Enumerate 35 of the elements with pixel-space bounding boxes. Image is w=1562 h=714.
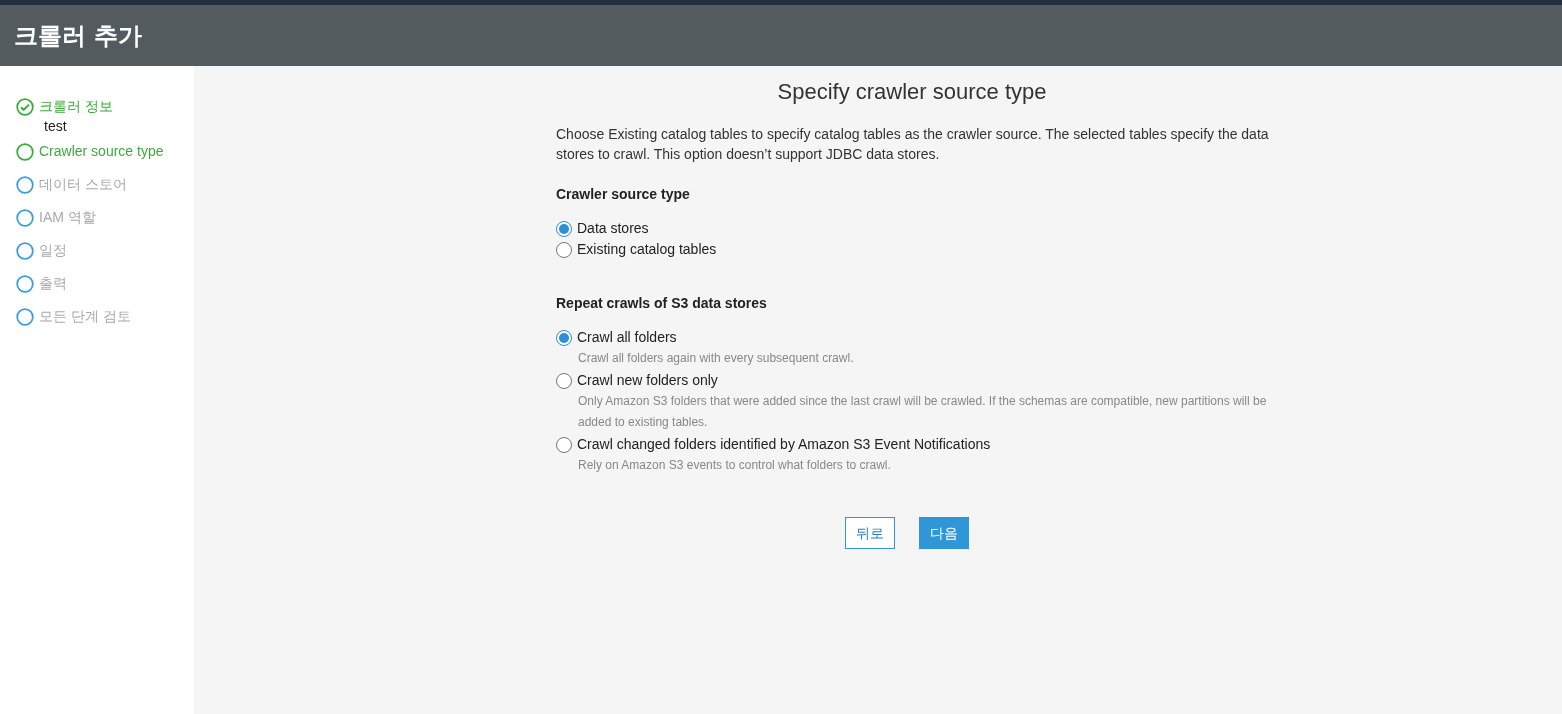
step-label[interactable]: 출력 bbox=[39, 273, 67, 294]
check-circle-icon bbox=[16, 97, 34, 116]
section-heading: Crawler source type bbox=[556, 185, 691, 204]
option-hint: Only Amazon S3 folders that were added since the last crawl will be crawled. If the schemas are compatible, new partitions will be added to existing tables. bbox=[577, 393, 1268, 431]
step-detail: test bbox=[43, 117, 68, 136]
radio-button[interactable] bbox=[556, 220, 572, 237]
radio-button[interactable] bbox=[556, 436, 572, 453]
radio-button[interactable] bbox=[556, 329, 572, 346]
option-label[interactable]: Crawl changed folders identified by Amazon S3 Event Notifications bbox=[577, 434, 991, 455]
option-label[interactable]: Crawl new folders only bbox=[577, 370, 718, 391]
page-header-title: 크롤러 추가 bbox=[14, 20, 143, 52]
circle-icon bbox=[16, 142, 34, 161]
radio-button[interactable] bbox=[556, 241, 572, 258]
step-label[interactable]: 크롤러 정보 bbox=[39, 96, 113, 117]
description-text: Choose Existing catalog tables to specify catalog tables as the crawler source. The selected tables specify the data stores to crawl. This option doesn’t support JDBC data stores. bbox=[556, 125, 1270, 164]
option-label[interactable]: Data stores bbox=[577, 218, 649, 239]
step-label[interactable]: 일정 bbox=[39, 240, 67, 261]
radio-button[interactable] bbox=[556, 372, 572, 389]
circle-icon bbox=[16, 208, 34, 227]
page-title: Specify crawler source type bbox=[777, 78, 1047, 106]
next-button[interactable]: 다음 bbox=[919, 517, 969, 549]
circle-icon bbox=[16, 274, 34, 293]
option-hint: Rely on Amazon S3 events to control what folders to crawl. bbox=[577, 457, 892, 474]
circle-icon bbox=[16, 307, 34, 326]
step-label[interactable]: 모든 단계 검토 bbox=[39, 306, 131, 327]
circle-icon bbox=[16, 241, 34, 260]
option-label[interactable]: Crawl all folders bbox=[577, 327, 677, 348]
step-label[interactable]: 데이터 스토어 bbox=[39, 174, 127, 195]
back-button[interactable]: 뒤로 bbox=[845, 517, 895, 549]
circle-icon bbox=[16, 175, 34, 194]
step-label[interactable]: IAM 역할 bbox=[39, 207, 96, 228]
option-hint: Crawl all folders again with every subsequent crawl. bbox=[577, 350, 855, 367]
section-heading: Repeat crawls of S3 data stores bbox=[556, 294, 768, 313]
step-label[interactable]: Crawler source type bbox=[39, 141, 164, 162]
option-label[interactable]: Existing catalog tables bbox=[577, 239, 717, 260]
